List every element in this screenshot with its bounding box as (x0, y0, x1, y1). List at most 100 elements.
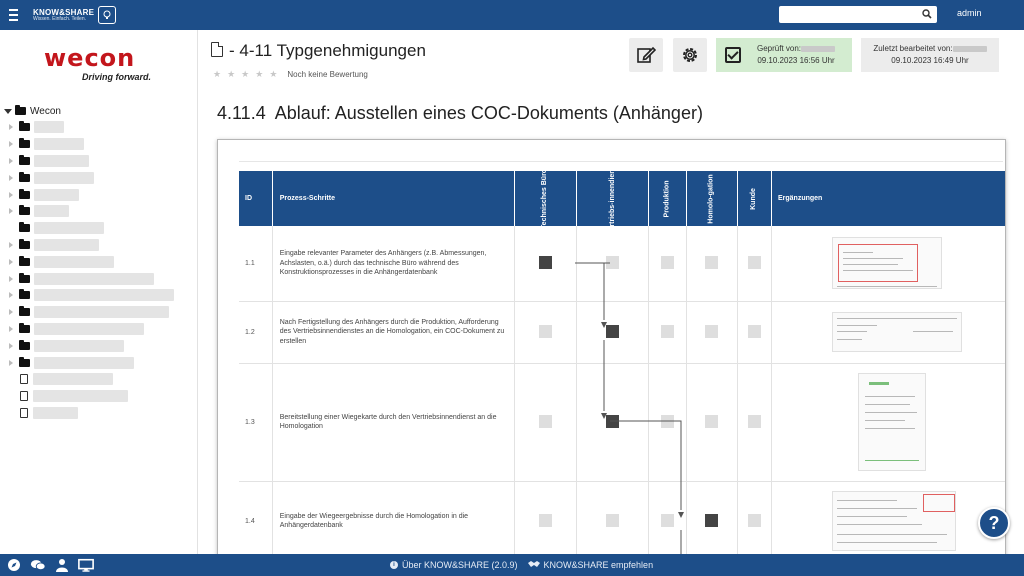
tree-item-label-redacted (34, 272, 154, 285)
expand-icon[interactable] (9, 141, 13, 148)
tree-item-label-redacted (33, 406, 78, 419)
section-title: 4.11.4 Ablauf: Ausstellen eines COC-Doku… (217, 103, 703, 124)
document-icon (211, 42, 223, 57)
folder-icon (19, 238, 30, 249)
brand-slogan: Wissen. Einfach. Teilen. (33, 15, 86, 22)
tree-item-label-redacted (34, 306, 169, 319)
tree-item[interactable] (0, 287, 198, 304)
main-content: - 4-11 Typgenehmigungen ★ ★ ★ ★ ★ Noch k… (199, 30, 1024, 554)
folder-icon (19, 356, 30, 367)
tree-item[interactable] (0, 136, 198, 153)
folder-icon (19, 205, 30, 216)
edited-by-name-redacted (952, 45, 987, 52)
tree-item-label-redacted (33, 373, 113, 386)
help-button[interactable]: ? (978, 507, 1010, 539)
expand-icon[interactable] (9, 208, 13, 215)
about-link[interactable]: Über KNOW&SHARE (2.0.9) (402, 560, 518, 570)
tree-item-label-redacted (34, 205, 69, 218)
file-icon (20, 374, 28, 385)
tree-root-label: Wecon (30, 105, 61, 117)
expand-icon[interactable] (9, 241, 13, 248)
tree-item[interactable] (0, 186, 198, 203)
tree-item[interactable] (0, 304, 198, 321)
folder-icon (19, 272, 30, 283)
tree-item-label-redacted (34, 138, 84, 151)
handshake-icon (527, 560, 540, 570)
expand-icon[interactable] (9, 309, 13, 316)
folder-icon (19, 255, 30, 266)
folder-icon (19, 154, 30, 165)
recommend-link[interactable]: KNOW&SHARE empfehlen (544, 560, 654, 570)
tree-item[interactable] (0, 354, 198, 371)
logo-tagline: Driving forward. (82, 72, 152, 82)
edit-button[interactable] (629, 38, 663, 72)
monitor-icon[interactable] (78, 557, 94, 573)
checked-by-box[interactable]: Geprüft von: 09.10.2023 16:56 Uhr (716, 38, 852, 72)
search-input[interactable] (779, 8, 915, 25)
tree-item[interactable] (0, 405, 198, 422)
expand-icon[interactable] (9, 124, 13, 131)
tree-item[interactable] (0, 270, 198, 287)
tree-item-label-redacted (34, 171, 94, 184)
star-icon[interactable]: ★ (255, 69, 263, 80)
tree-item[interactable] (0, 388, 198, 405)
folder-icon (19, 121, 30, 132)
tree-root-item[interactable]: Wecon (0, 103, 198, 119)
tree-item[interactable] (0, 203, 198, 220)
folder-icon (19, 188, 30, 199)
logo-word: wecon (44, 44, 136, 72)
search-icon[interactable] (922, 9, 932, 19)
user-icon[interactable] (54, 557, 70, 573)
wecon-logo: wecon Driving forward. (44, 44, 151, 82)
expand-icon[interactable] (9, 342, 13, 349)
tree-item[interactable] (0, 119, 198, 136)
settings-button[interactable] (673, 38, 707, 72)
rating-text: Noch keine Bewertung (287, 70, 368, 79)
brand-bulb-icon (98, 6, 117, 24)
brand-logo[interactable]: KNOW&SHARE Wissen. Einfach. Teilen. (33, 8, 94, 22)
top-bar: KNOW&SHARE Wissen. Einfach. Teilen. admi… (0, 0, 1024, 30)
star-icon[interactable]: ★ (269, 69, 277, 80)
tree-item-label-redacted (34, 222, 104, 235)
tree-item-label-redacted (34, 356, 134, 369)
expand-icon[interactable] (9, 258, 13, 265)
tree-item-label-redacted (34, 255, 114, 268)
star-icon[interactable]: ★ (241, 69, 249, 80)
sidebar: wecon Driving forward. Wecon (0, 30, 198, 554)
last-edited-box: Zuletzt bearbeitet von: 09.10.2023 16:49… (861, 38, 999, 72)
expand-icon[interactable] (9, 275, 13, 282)
folder-icon (19, 171, 30, 182)
footer-bar: i Über KNOW&SHARE (2.0.9) KNOW&SHARE emp… (0, 554, 1024, 576)
embedded-document: ID Prozess-Schritte Technisches Büro Ver… (217, 139, 1006, 554)
tree-item[interactable] (0, 220, 198, 237)
star-icon[interactable]: ★ (227, 69, 235, 80)
menu-icon[interactable] (9, 6, 27, 24)
tree-item[interactable] (0, 237, 198, 254)
tree-item[interactable] (0, 371, 198, 388)
folder-icon (19, 339, 30, 350)
user-menu[interactable]: admin (957, 8, 982, 18)
chat-icon[interactable] (30, 557, 46, 573)
tree-item-label-redacted (34, 121, 64, 134)
expand-icon[interactable] (9, 191, 13, 198)
expand-icon[interactable] (9, 157, 13, 164)
star-icon[interactable]: ★ (213, 69, 221, 80)
tree-item[interactable] (0, 321, 198, 338)
tree-item[interactable] (0, 253, 198, 270)
expand-icon[interactable] (9, 292, 13, 299)
expand-icon[interactable] (9, 325, 13, 332)
rating: ★ ★ ★ ★ ★ Noch keine Bewertung (213, 69, 368, 80)
expand-icon[interactable] (9, 174, 13, 181)
collapse-icon[interactable] (4, 108, 12, 114)
file-icon (20, 407, 28, 418)
tree-item[interactable] (0, 169, 198, 186)
tree-item-label-redacted (34, 154, 89, 167)
search-box (779, 6, 937, 25)
compass-icon[interactable] (6, 557, 22, 573)
tree-item[interactable] (0, 337, 198, 354)
tree-item-label-redacted (34, 339, 124, 352)
page-title: - 4-11 Typgenehmigungen (229, 41, 426, 60)
expand-icon[interactable] (9, 359, 13, 366)
folder-icon (19, 222, 30, 233)
tree-item[interactable] (0, 153, 198, 170)
